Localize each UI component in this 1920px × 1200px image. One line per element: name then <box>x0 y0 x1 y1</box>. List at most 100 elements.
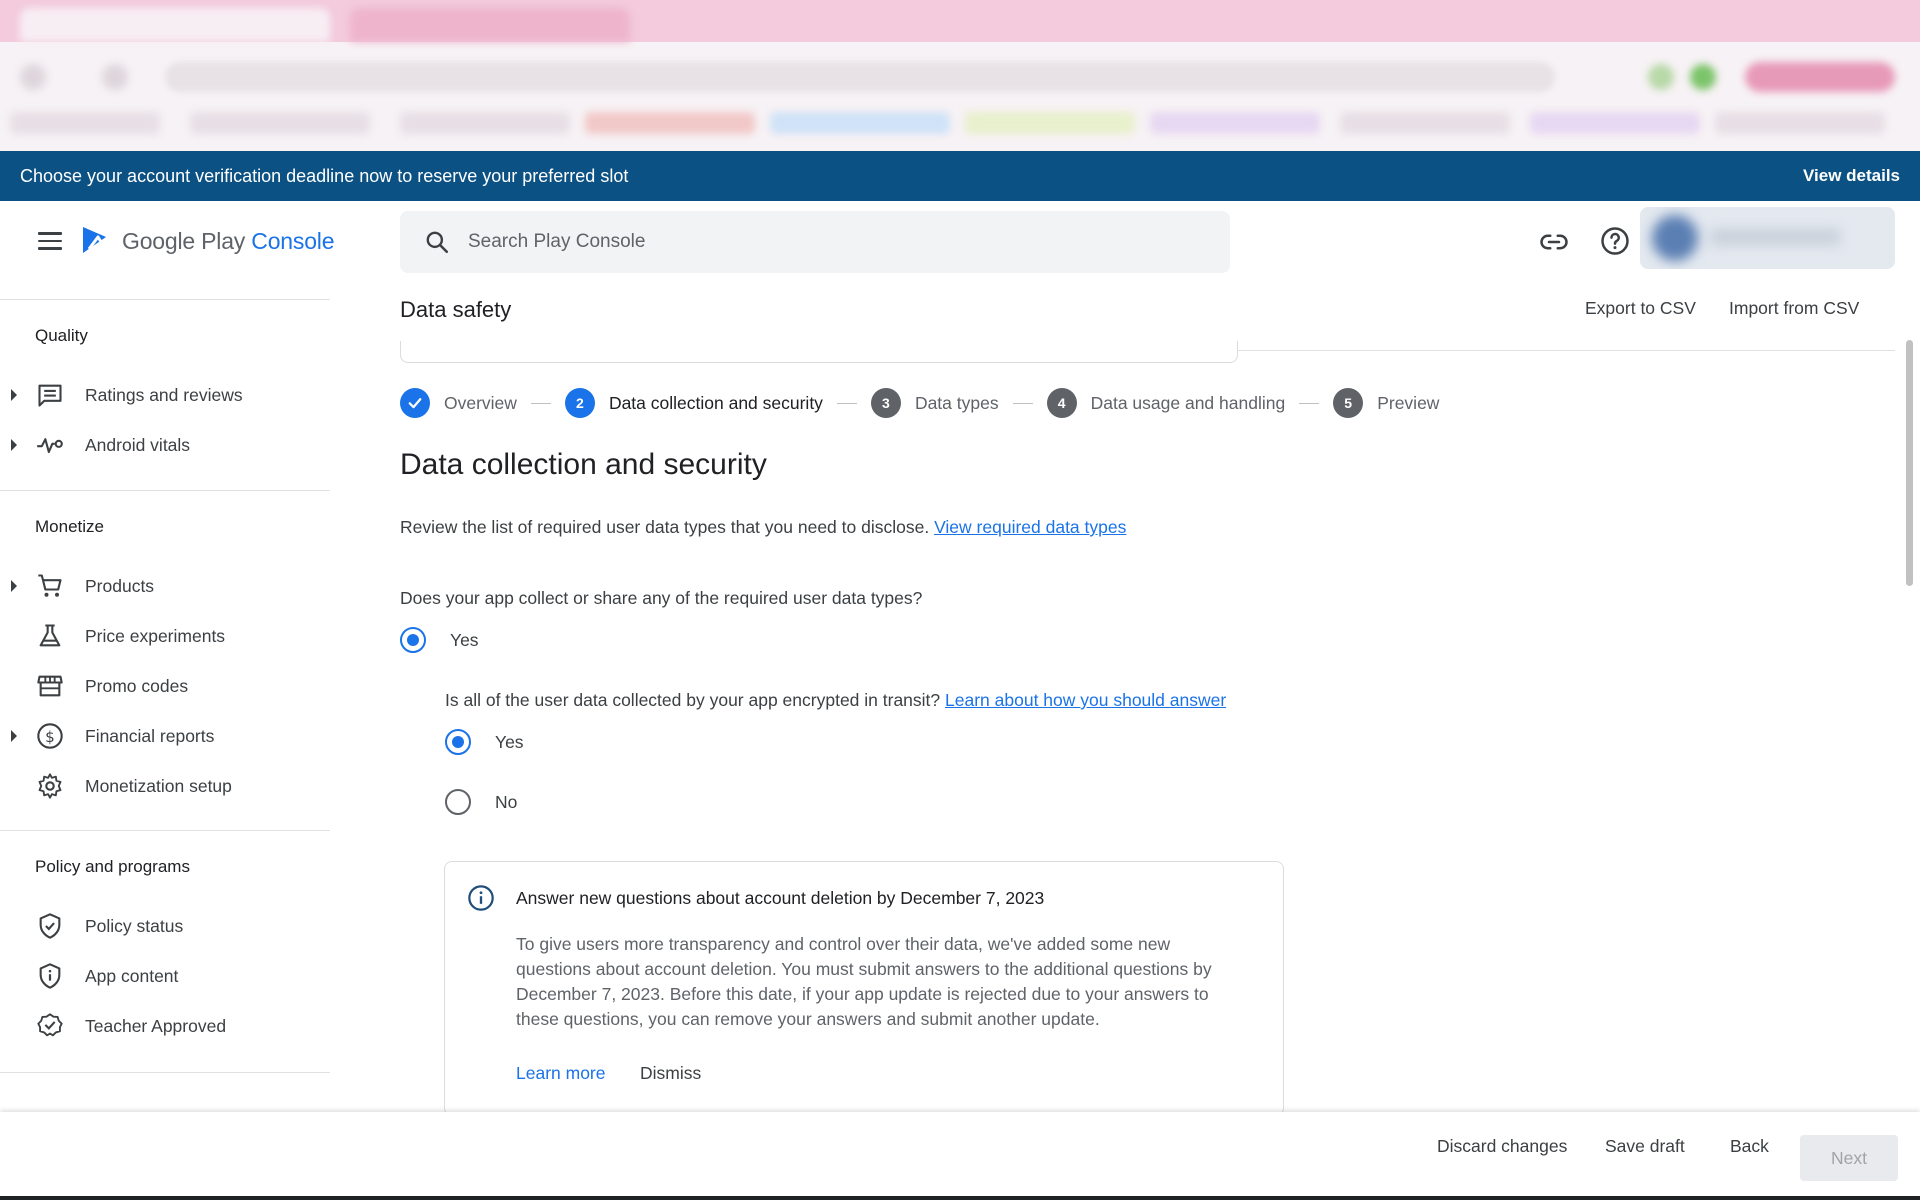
sidebar-item-teacher-approved[interactable]: Teacher Approved <box>0 1003 330 1049</box>
scrollbar-thumb[interactable] <box>1906 340 1913 586</box>
app-header: Google Play Console <box>0 201 1920 283</box>
import-csv-button[interactable]: Import from CSV <box>1729 298 1859 319</box>
back-button[interactable]: Back <box>1730 1136 1769 1157</box>
sidebar-item-app-content[interactable]: App content <box>0 953 330 999</box>
extension-icon[interactable] <box>1690 64 1716 90</box>
sidebar-item-label: Products <box>85 575 155 596</box>
page-title: Data safety <box>400 297 512 322</box>
step-connector <box>530 402 551 404</box>
browser-chrome <box>0 0 1920 151</box>
reload-icon[interactable] <box>102 64 128 90</box>
sidebar-item-promo-codes[interactable]: Promo codes <box>0 663 330 709</box>
help-icon[interactable] <box>1600 226 1630 256</box>
step-overview[interactable]: Overview <box>400 388 517 418</box>
export-csv-button[interactable]: Export to CSV <box>1585 298 1696 319</box>
discard-changes-button[interactable]: Discard changes <box>1437 1136 1567 1157</box>
sidebar-item-price-experiments[interactable]: Price experiments <box>0 613 330 659</box>
info-card-title: Answer new questions about account delet… <box>516 888 1045 908</box>
sidebar-item-android-vitals[interactable]: Android vitals <box>0 422 330 468</box>
bookmark[interactable] <box>1715 112 1885 134</box>
radio-button[interactable] <box>400 627 426 653</box>
profile-pill[interactable] <box>1745 62 1895 92</box>
sidebar-item-financial-reports[interactable]: $ Financial reports <box>0 713 330 759</box>
dismiss-button[interactable]: Dismiss <box>640 1063 701 1084</box>
question-encrypted-text: Is all of the user data collected by you… <box>445 690 946 710</box>
next-button[interactable]: Next <box>1800 1135 1898 1181</box>
shield-check-icon <box>39 913 61 939</box>
address-bar[interactable] <box>165 62 1555 92</box>
play-console-logo-icon <box>83 227 112 253</box>
expand-caret-icon[interactable] <box>11 730 17 742</box>
step-data-collection[interactable]: 2 Data collection and security <box>564 388 823 418</box>
browser-tab[interactable] <box>20 8 330 42</box>
badge-icon <box>37 1013 63 1037</box>
view-required-data-types-link[interactable]: View required data types <box>934 517 1126 537</box>
learn-how-to-answer-link[interactable]: Learn about how you should answer <box>945 690 1226 710</box>
sidebar-item-policy-status[interactable]: Policy status <box>0 903 330 949</box>
sidebar-item-ratings-and-reviews[interactable]: Ratings and reviews <box>0 372 330 418</box>
play-console-logo[interactable]: Google Play Console <box>80 223 334 259</box>
save-draft-button[interactable]: Save draft <box>1605 1136 1685 1157</box>
sidebar-divider <box>0 299 330 300</box>
store-icon <box>37 675 63 697</box>
q1-yes-option[interactable]: Yes <box>400 627 479 653</box>
avatar <box>1652 215 1698 261</box>
link-icon[interactable] <box>1539 227 1569 257</box>
bookmark[interactable] <box>400 112 570 134</box>
step-preview[interactable]: 5 Preview <box>1333 388 1439 418</box>
sidebar-item-monetization-setup[interactable]: Monetization setup <box>0 763 330 809</box>
expand-caret-icon[interactable] <box>11 580 17 592</box>
extension-icon[interactable] <box>1648 64 1674 90</box>
account-switcher[interactable] <box>1640 207 1895 269</box>
step-data-types[interactable]: 3 Data types <box>870 388 999 418</box>
bookmark[interactable] <box>10 112 160 134</box>
bookmark[interactable] <box>1150 112 1320 134</box>
sidebar-divider <box>0 490 330 491</box>
sidebar-item-label: Teacher Approved <box>85 1015 227 1036</box>
q2-no-option[interactable]: No <box>445 789 517 815</box>
step-connector <box>1299 402 1320 404</box>
logo-text-main: Google Play <box>122 227 252 254</box>
step-number: 2 <box>564 388 595 418</box>
search-input[interactable] <box>468 231 1168 253</box>
menu-icon[interactable] <box>34 227 66 257</box>
step-data-usage[interactable]: 4 Data usage and handling <box>1046 388 1286 418</box>
expand-caret-icon[interactable] <box>11 439 17 451</box>
sidebar-item-label: Monetization setup <box>85 775 232 796</box>
question-encrypted: Is all of the user data collected by you… <box>445 690 1226 711</box>
learn-more-button[interactable]: Learn more <box>516 1063 606 1084</box>
reviews-icon <box>38 384 62 407</box>
dollar-icon: $ <box>37 723 63 749</box>
view-details-link[interactable]: View details <box>1803 166 1900 186</box>
sidebar-divider <box>0 1072 330 1073</box>
bookmark[interactable] <box>1530 112 1700 134</box>
radio-label: Yes <box>495 731 524 752</box>
expand-caret-icon[interactable] <box>11 389 17 401</box>
question-collect-share: Does your app collect or share any of th… <box>400 588 923 608</box>
sidebar-divider <box>0 830 330 831</box>
bookmark[interactable] <box>190 112 370 134</box>
sidebar-item-label: Android vitals <box>85 434 191 455</box>
bookmark[interactable] <box>1340 112 1510 134</box>
info-card: Answer new questions about account delet… <box>444 861 1284 1116</box>
progress-stepper: Overview 2 Data collection and security … <box>400 385 1439 421</box>
bookmark[interactable] <box>965 112 1135 134</box>
search-box[interactable] <box>400 211 1230 273</box>
back-nav-icon[interactable] <box>20 64 46 90</box>
q2-yes-option[interactable]: Yes <box>445 729 524 755</box>
radio-label: Yes <box>450 629 479 650</box>
bookmark[interactable] <box>585 112 755 134</box>
sidebar-item-products[interactable]: Products <box>0 563 330 609</box>
radio-button[interactable] <box>445 729 471 755</box>
action-footer: Discard changes Save draft Back Next <box>0 1112 1920 1200</box>
search-icon <box>426 231 449 254</box>
step-number: 5 <box>1333 388 1364 418</box>
info-icon <box>468 885 494 911</box>
step-connector <box>1012 402 1033 404</box>
browser-tab[interactable] <box>350 8 630 42</box>
bookmark[interactable] <box>770 112 950 134</box>
step-label: Data usage and handling <box>1090 392 1286 413</box>
radio-button[interactable] <box>445 789 471 815</box>
logo-text: Google Play Console <box>122 228 334 255</box>
logo-text-accent: Console <box>251 227 335 254</box>
